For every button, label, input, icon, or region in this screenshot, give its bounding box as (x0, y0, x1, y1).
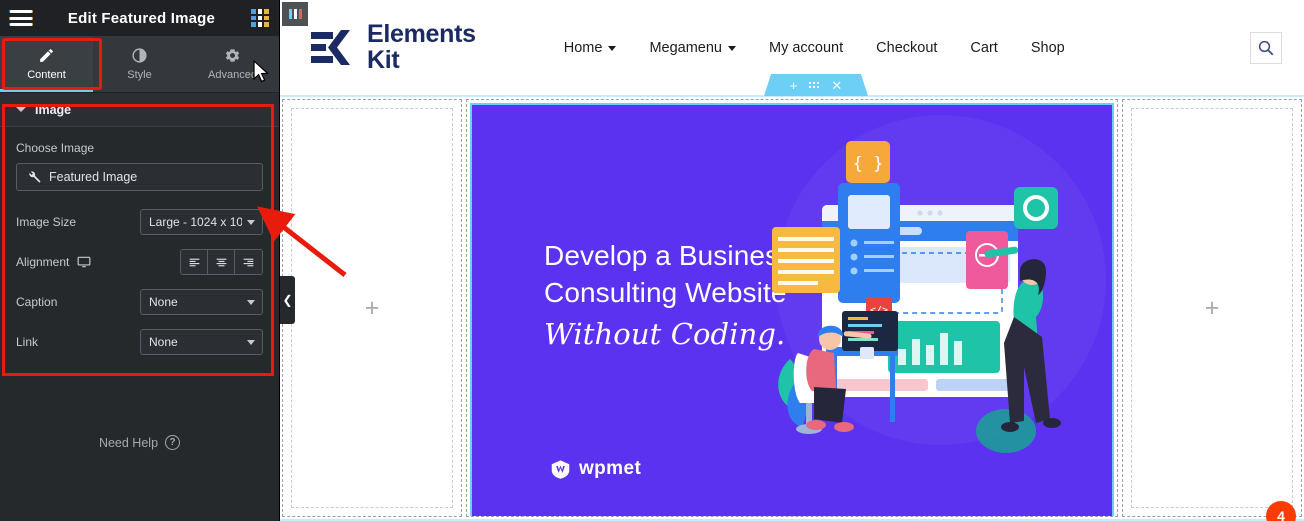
image-size-value: Large - 1024 x 102 (149, 215, 242, 229)
elementskit-logo-icon (311, 29, 350, 65)
right-column[interactable]: + (1122, 99, 1302, 517)
alignment-buttons (180, 249, 263, 275)
nav-item-cart[interactable]: Cart (970, 40, 997, 56)
tab-content[interactable]: Content (0, 36, 93, 92)
align-center-icon[interactable] (208, 250, 235, 274)
search-button[interactable] (1250, 31, 1282, 64)
nav-label: Shop (1030, 39, 1065, 56)
featured-image-widget[interactable]: Develop a Business Consulting Website Wi… (470, 103, 1114, 516)
nav-label: My account (769, 39, 844, 56)
chevron-down-icon (608, 46, 617, 51)
need-help-label: Need Help (98, 435, 159, 450)
six-dots-icon[interactable] (809, 82, 819, 88)
site-logo[interactable]: Elements Kit (310, 20, 476, 74)
tab-style[interactable]: Style (93, 36, 186, 92)
image-controls: Choose Image Featured Image Image Size L… (0, 127, 279, 379)
left-column[interactable]: + (282, 99, 462, 517)
add-widget-left[interactable]: + (365, 295, 380, 321)
nav-label: Home (563, 39, 603, 56)
choose-image-control: Choose Image Featured Image (16, 141, 263, 191)
caption-select[interactable]: None (140, 289, 263, 315)
image-size-label: Image Size (16, 215, 77, 229)
question-circle-icon: ? (165, 435, 181, 450)
contrast-icon (132, 48, 147, 63)
caption-label: Caption (16, 295, 58, 309)
link-control: Link None (16, 329, 263, 355)
panel-collapse-button[interactable]: ❮ (280, 276, 295, 324)
align-right-icon[interactable] (235, 250, 262, 274)
editor-canvas: Elements Kit Home Megamenu My account Ch… (280, 0, 1304, 521)
editor-section: + Develop a Business Consulting Website … (280, 95, 1304, 521)
caret-down-icon (16, 107, 26, 112)
nav-item-shop[interactable]: Shop (1031, 40, 1065, 56)
desktop-icon[interactable] (77, 255, 91, 269)
chevron-down-icon (247, 220, 255, 225)
choose-image-label: Choose Image (16, 141, 95, 155)
section-toolbar: + ✕ (764, 74, 868, 96)
hero-headline-line2: Consulting Website (544, 277, 787, 309)
hero-headline-line1: Develop a Business (544, 240, 794, 271)
nav-item-my-account[interactable]: My account (769, 40, 843, 56)
hero-headline-script: Without Coding. (544, 317, 786, 352)
column-layout-icon[interactable] (282, 2, 308, 26)
tab-advanced[interactable]: Advanced (186, 36, 279, 92)
nav-label: Cart (970, 39, 998, 56)
elementor-panel: Edit Featured Image Content Style Advanc… (0, 0, 280, 521)
gear-icon (225, 49, 240, 62)
logo-line-1: Elements (367, 20, 476, 48)
add-widget-right[interactable]: + (1205, 295, 1220, 321)
chevron-down-icon (247, 340, 255, 345)
elementor-editor-window: Edit Featured Image Content Style Advanc… (0, 0, 1304, 521)
panel-tabs: Content Style Advanced (0, 36, 279, 93)
hamburger-icon[interactable] (10, 10, 32, 26)
choose-image-field[interactable]: Featured Image (16, 163, 263, 191)
chevron-down-icon (247, 300, 255, 305)
panel-header: Edit Featured Image (0, 0, 279, 36)
svg-text:{ }: { } (853, 154, 884, 174)
wpmet-brand-name: wpmet (579, 458, 642, 479)
chevron-down-icon (728, 46, 736, 51)
search-icon (1258, 40, 1274, 55)
tab-content-label: Content (27, 69, 66, 81)
wrench-icon (29, 171, 41, 183)
widgets-grid-icon[interactable] (251, 9, 269, 27)
image-size-control: Image Size Large - 1024 x 102 (16, 209, 263, 235)
choose-image-value: Featured Image (49, 170, 138, 184)
pencil-icon (40, 49, 53, 62)
align-left-icon[interactable] (181, 250, 208, 274)
alignment-control: Alignment (16, 249, 263, 275)
image-size-select[interactable]: Large - 1024 x 102 (140, 209, 263, 235)
wpmet-brand: wpmet (550, 458, 641, 480)
nav-item-megamenu[interactable]: Megamenu (649, 40, 736, 56)
link-label: Link (16, 335, 39, 349)
caption-value: None (149, 295, 178, 309)
nav-label: Checkout (876, 39, 938, 56)
hero-headline: Develop a Business Consulting Website Wi… (544, 237, 793, 354)
nav-item-home[interactable]: Home (564, 40, 617, 56)
close-icon[interactable]: ✕ (831, 79, 842, 92)
tab-style-label: Style (127, 69, 152, 81)
tab-advanced-label: Advanced (208, 69, 257, 81)
logo-line-2: Kit (367, 45, 400, 74)
nav-label: Megamenu (649, 39, 722, 56)
nav-item-checkout[interactable]: Checkout (876, 40, 937, 56)
alignment-label: Alignment (16, 255, 70, 269)
link-select[interactable]: None (140, 329, 263, 355)
wpmet-logo-icon (551, 459, 570, 479)
link-value: None (149, 335, 178, 349)
plus-icon[interactable]: + (790, 79, 798, 92)
image-column[interactable]: Develop a Business Consulting Website Wi… (466, 99, 1118, 517)
section-image-title: Image (35, 102, 72, 117)
page-title: Edit Featured Image (67, 9, 216, 27)
site-logo-text: Elements Kit (367, 20, 476, 74)
section-image-header[interactable]: Image (0, 93, 279, 127)
need-help-button[interactable]: Need Help ? (0, 435, 279, 450)
hero-illustration: { } </> (772, 141, 1061, 453)
caption-control: Caption None (16, 289, 263, 315)
main-navigation: Home Megamenu My account Checkout Cart S… (564, 40, 1065, 56)
